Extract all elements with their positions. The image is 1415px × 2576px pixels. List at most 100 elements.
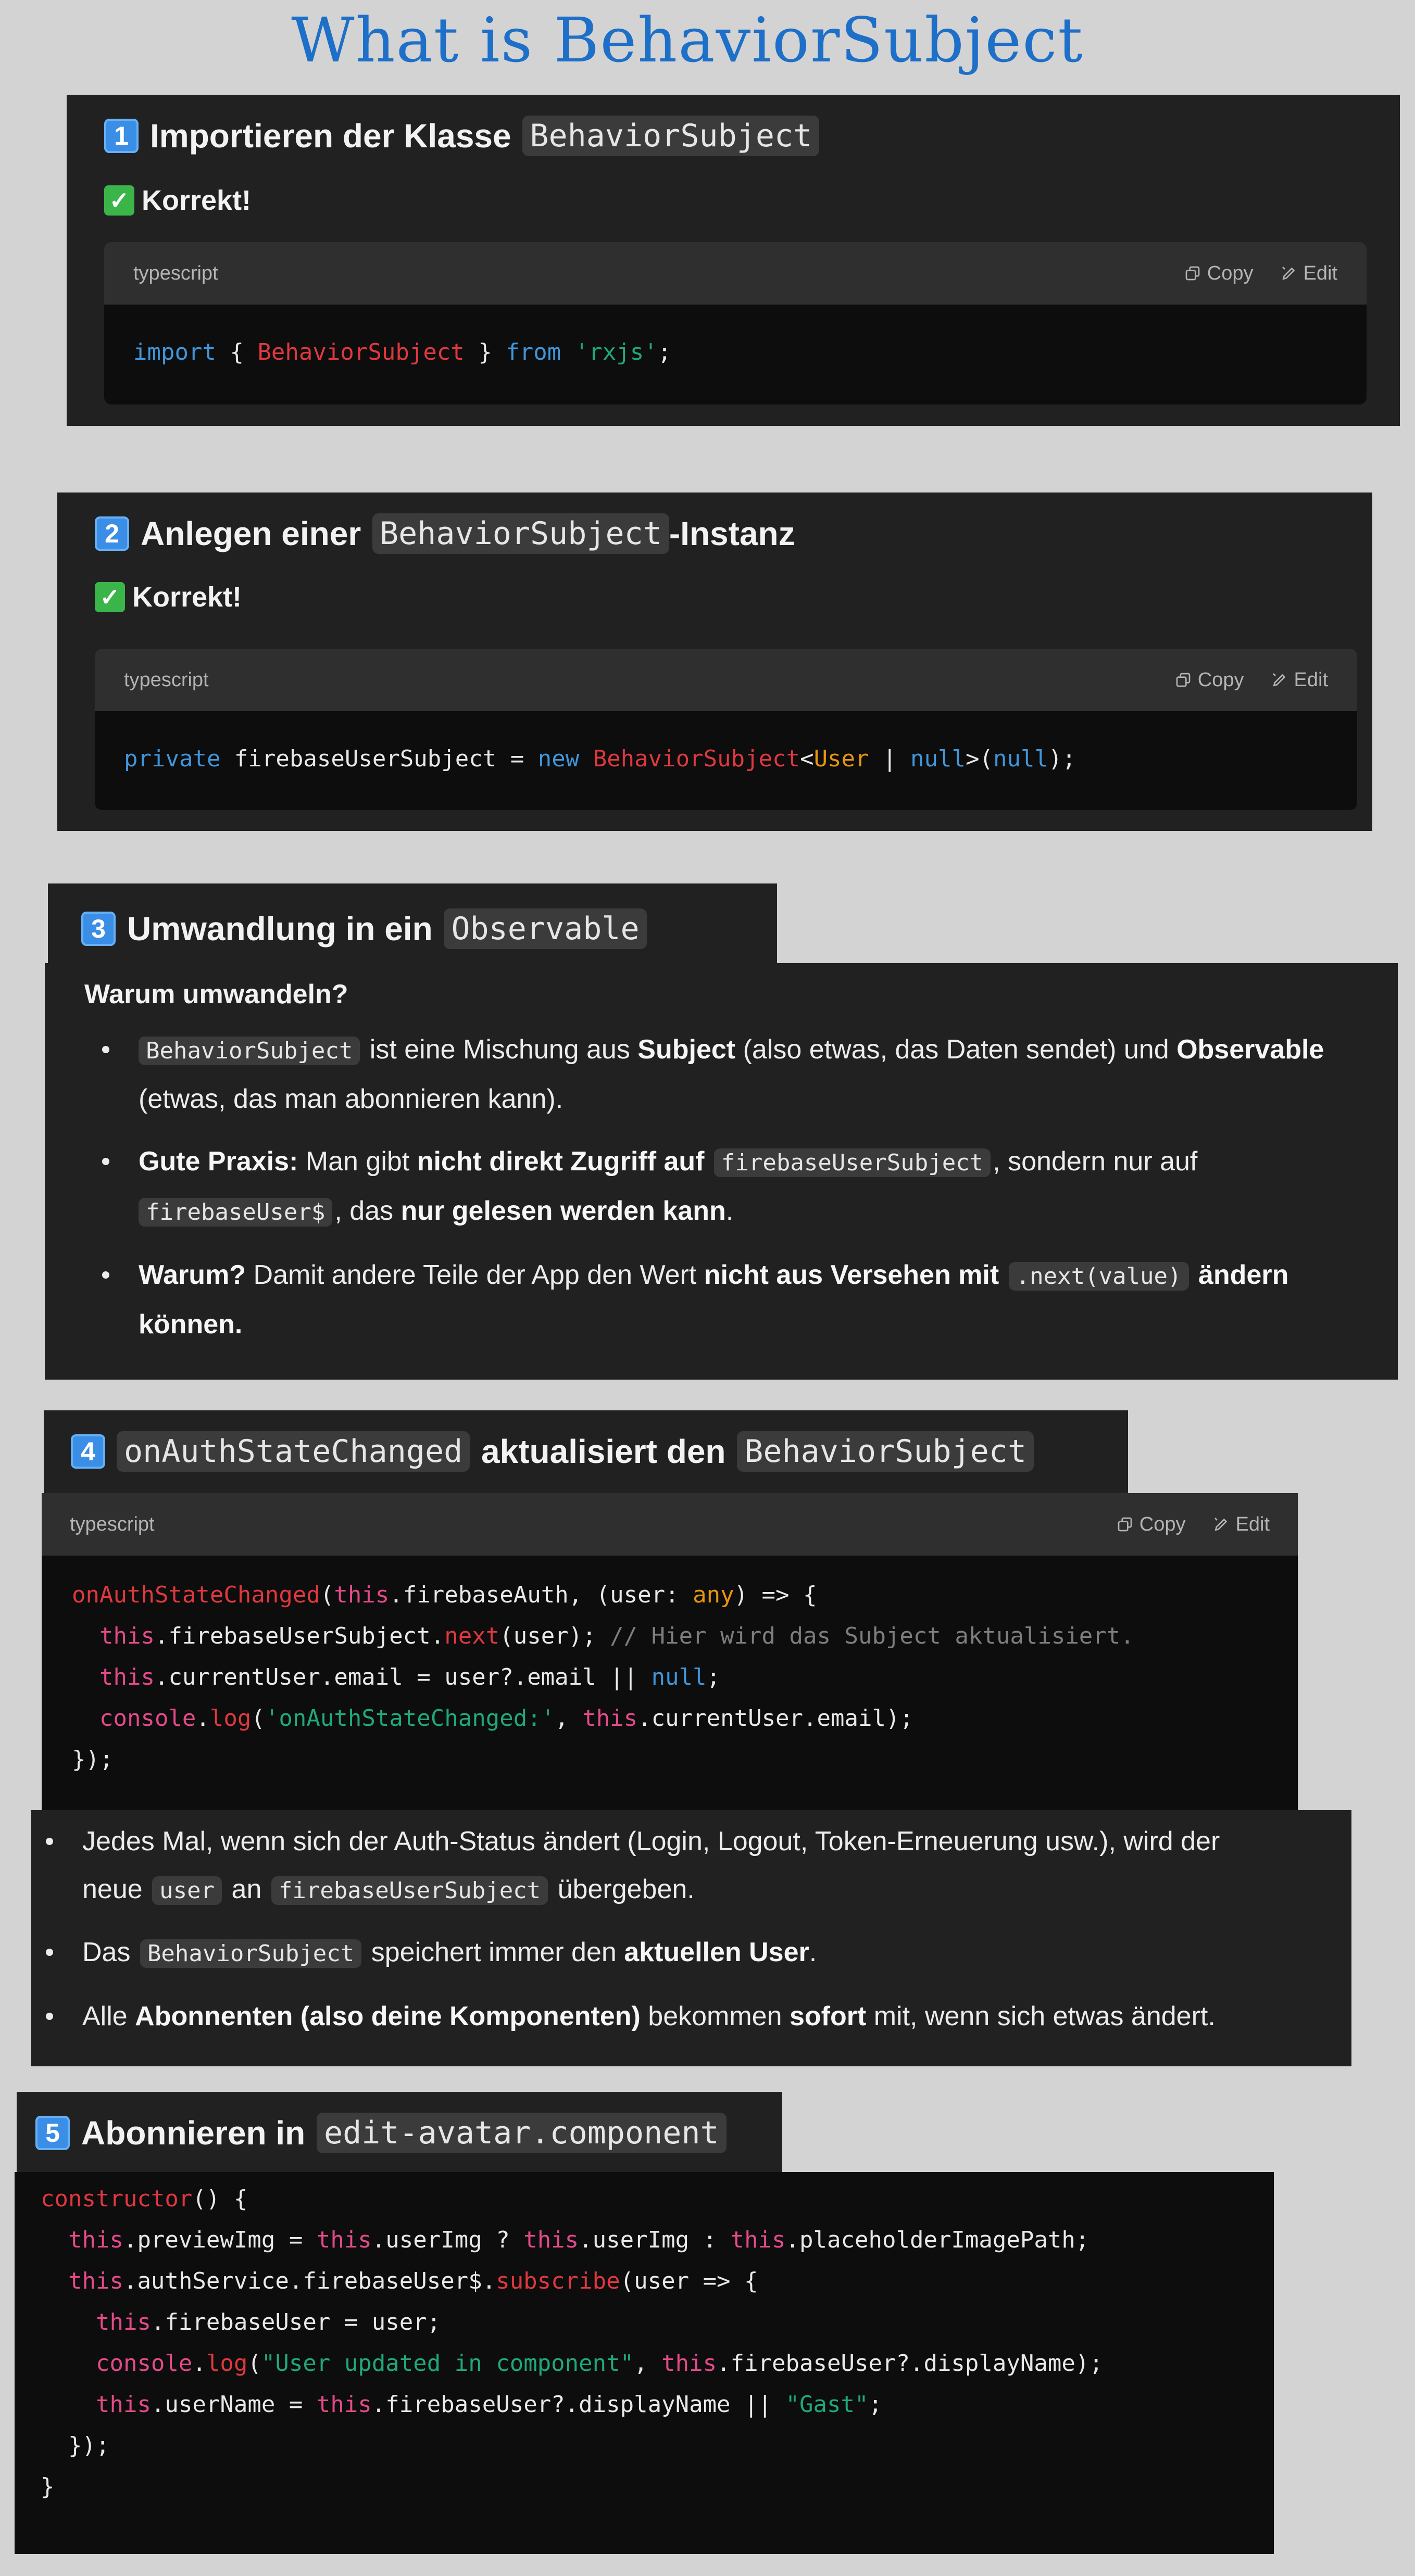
edit-icon [1282, 267, 1295, 280]
bold-text: nicht aus Versehen mit [704, 1260, 999, 1290]
code-header: typescript Copy Edit [95, 649, 1357, 711]
list-item: BehaviorSubject ist eine Mischung aus Su… [102, 1026, 1378, 1123]
text: mit, wenn sich etwas ändert. [866, 2001, 1216, 2031]
bold-text: können. [139, 1309, 243, 1340]
copy-icon [1185, 266, 1200, 281]
copy-label: Copy [1139, 1513, 1186, 1535]
check-mark-icon: ✓ [95, 582, 125, 612]
inline-code: BehaviorSubject [372, 513, 669, 554]
code-language: typescript [133, 262, 218, 284]
section-3-heading: 3 Umwandlung in ein Observable [81, 908, 649, 949]
inline-code: .next(value) [1008, 1262, 1189, 1291]
section-1-heading: 1 Importieren der Klasse BehaviorSubject [104, 116, 821, 156]
copy-icon [1118, 1517, 1132, 1532]
check-mark-icon: ✓ [104, 185, 134, 216]
list-item: Warum? Damit andere Teile der App den We… [102, 1251, 1378, 1348]
bold-text: Warum? [139, 1260, 246, 1290]
list-item: Jedes Mal, wenn sich der Auth-Status änd… [46, 1817, 1343, 1915]
heading-text: aktualisiert den [481, 1433, 726, 1470]
edit-button[interactable]: Edit [1281, 262, 1337, 285]
text: bekommen [640, 2001, 790, 2031]
section-3-panel: Warum umwandeln? BehaviorSubject ist ein… [45, 963, 1398, 1380]
text: speichert immer den [364, 1937, 624, 1967]
text: Jedes Mal, wenn sich der Auth-Status änd… [82, 1826, 1220, 1857]
text: , sondern nur auf [993, 1146, 1198, 1177]
heading-text: Umwandlung in ein [127, 910, 433, 948]
heading-text: Anlegen einer [141, 515, 361, 552]
correct-label: ✓ Korrekt! [104, 184, 251, 217]
section-2-panel: 2 Anlegen einer BehaviorSubject -Instanz … [57, 493, 1372, 831]
copy-button[interactable]: Copy [1184, 262, 1254, 285]
section-3-tab: 3 Umwandlung in ein Observable [48, 883, 777, 967]
correct-text: Korrekt! [142, 185, 252, 216]
section-5-tab: 5 Abonnieren in edit-avatar.component [17, 2092, 782, 2173]
inline-code: firebaseUserSubject [271, 1876, 548, 1905]
code-block: typescript Copy Edit private firebaseUse… [95, 649, 1357, 810]
bold-text: nicht direkt Zugriff auf [417, 1146, 705, 1177]
edit-button[interactable]: Edit [1271, 669, 1328, 691]
section-1-panel: 1 Importieren der Klasse BehaviorSubject… [67, 95, 1400, 426]
text: Man gibt [298, 1146, 417, 1177]
keycap-number-icon: 1 [104, 119, 139, 153]
inline-code: BehaviorSubject [139, 1037, 360, 1065]
edit-icon [1214, 1518, 1227, 1531]
keycap-number-icon: 3 [81, 912, 116, 946]
text: übergeben. [550, 1874, 695, 1904]
heading-text: Abonnieren in [81, 2114, 306, 2152]
inline-code: BehaviorSubject [140, 1939, 362, 1968]
bold-text: Observable [1176, 1034, 1324, 1065]
section-3-subheading: Warum umwandeln? [84, 979, 348, 1009]
section-4-list: Jedes Mal, wenn sich der Auth-Status änd… [46, 1817, 1343, 2040]
code-language: typescript [70, 1513, 155, 1535]
copy-button[interactable]: Copy [1175, 669, 1244, 691]
section-4-code-block: typescript Copy Edit onAuthStateChanged(… [42, 1493, 1298, 1811]
text: Das [82, 1937, 138, 1967]
section-4-panel: Jedes Mal, wenn sich der Auth-Status änd… [31, 1810, 1351, 2066]
text: . [725, 1196, 734, 1226]
list-item: Alle Abonnenten (also deine Komponenten)… [46, 1992, 1343, 2040]
bold-text: aktuellen User [624, 1937, 809, 1967]
bold-text: sofort [789, 2001, 867, 2031]
section-4-tab: 4 onAuthStateChanged aktualisiert den Be… [44, 1410, 1128, 1494]
copy-label: Copy [1207, 262, 1254, 284]
text: neue [82, 1874, 151, 1904]
text: an [224, 1874, 269, 1904]
section-2-heading: 2 Anlegen einer BehaviorSubject -Instanz [95, 513, 795, 554]
section-3-list: BehaviorSubject ist eine Mischung aus Su… [102, 1026, 1378, 1348]
edit-button[interactable]: Edit [1213, 1513, 1270, 1536]
keycap-number-icon: 4 [71, 1434, 105, 1469]
text: ist eine Mischung aus [362, 1034, 638, 1065]
page-title: What is BehaviorSubject [291, 4, 1084, 76]
edit-icon [1272, 673, 1285, 687]
text: (also etwas, das Daten sendet) und [735, 1034, 1177, 1065]
bold-text: nur gelesen werden kann [400, 1196, 726, 1226]
bold-text: Gute Praxis: [139, 1146, 298, 1177]
text: . [809, 1937, 817, 1967]
inline-code: BehaviorSubject [737, 1431, 1034, 1472]
code-header: typescript Copy Edit [104, 242, 1367, 305]
code-header: typescript Copy Edit [42, 1493, 1298, 1556]
text: Alle [82, 2001, 135, 2031]
bold-text: ändern [1198, 1260, 1289, 1290]
copy-label: Copy [1197, 668, 1244, 691]
inline-code: BehaviorSubject [522, 116, 820, 156]
code-content: onAuthStateChanged(this.firebaseAuth, (u… [72, 1582, 1134, 1773]
copy-icon [1176, 673, 1191, 687]
edit-label: Edit [1303, 262, 1337, 284]
text: , das [334, 1196, 401, 1226]
code-language: typescript [124, 668, 209, 691]
inline-code: edit-avatar.component [317, 2113, 727, 2153]
inline-code: user [152, 1876, 222, 1905]
edit-label: Edit [1235, 1513, 1270, 1535]
keycap-number-icon: 2 [95, 516, 129, 551]
inline-code: onAuthStateChanged [117, 1431, 470, 1472]
text: Damit andere Teile der App den Wert [246, 1260, 704, 1290]
inline-code: firebaseUser$ [139, 1198, 333, 1227]
section-5-code-block: constructor() { this.previewImg = this.u… [15, 2172, 1274, 2554]
copy-button[interactable]: Copy [1117, 1513, 1186, 1536]
text: (etwas, das man abonnieren kann). [139, 1084, 564, 1114]
section-4-heading: 4 onAuthStateChanged aktualisiert den Be… [71, 1431, 1036, 1472]
bold-text: Subject [637, 1034, 736, 1065]
edit-label: Edit [1294, 668, 1328, 691]
code-content: constructor() { this.previewImg = this.u… [41, 2186, 1103, 2500]
